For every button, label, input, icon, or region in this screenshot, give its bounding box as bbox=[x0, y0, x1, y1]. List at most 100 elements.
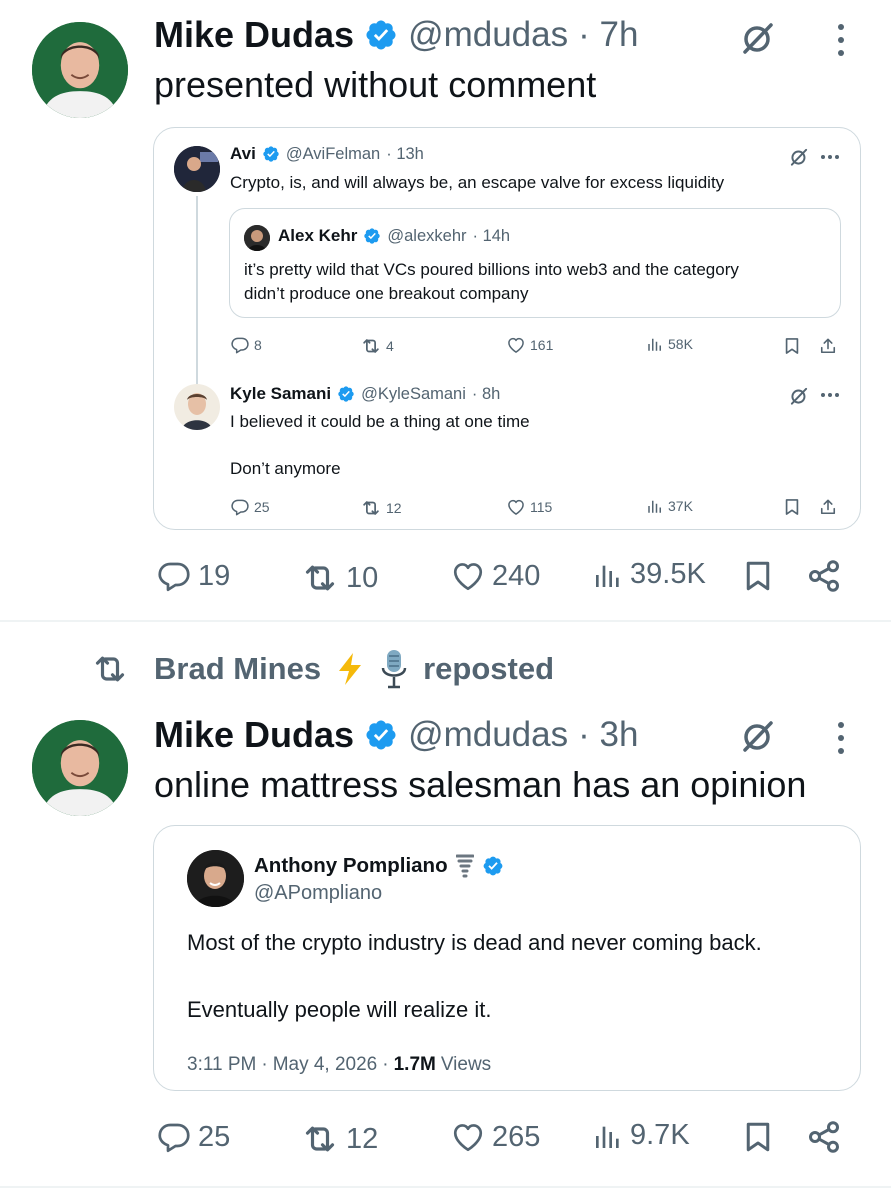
share-icon[interactable] bbox=[806, 1119, 842, 1155]
views-icon bbox=[646, 335, 664, 353]
views-button[interactable]: 58K bbox=[646, 335, 693, 353]
repost-icon bbox=[300, 1119, 340, 1159]
like-count: 115 bbox=[530, 499, 553, 515]
quote-text: Crypto, is, and will always be, an escap… bbox=[230, 173, 725, 192]
author-handle[interactable]: @AviFelman bbox=[286, 145, 380, 164]
verified-badge-icon bbox=[262, 145, 280, 163]
views-count: 1.7M bbox=[393, 1054, 436, 1075]
nested-quote-text-line-2: didn’t produce one breakout company bbox=[244, 284, 529, 303]
avatar[interactable] bbox=[174, 384, 220, 430]
post-meta: 3:11 PM · May 4, 2026 · 1.7M Views bbox=[187, 1054, 492, 1076]
reply-button[interactable]: 19 bbox=[156, 558, 230, 594]
repost-label: reposted bbox=[423, 651, 555, 686]
post-time[interactable]: · 3h bbox=[578, 715, 638, 755]
views-count: 37K bbox=[668, 498, 693, 514]
like-count: 240 bbox=[492, 559, 541, 592]
more-vertical-icon[interactable] bbox=[832, 720, 850, 756]
more-horizontal-icon[interactable] bbox=[820, 391, 840, 399]
reply-header: Kyle Samani @KyleSamani · 8h bbox=[230, 384, 500, 404]
repost-count: 4 bbox=[386, 338, 394, 354]
post-time: · 14h bbox=[472, 226, 511, 245]
avatar[interactable] bbox=[244, 225, 270, 251]
thread-line bbox=[196, 196, 198, 410]
author-name[interactable]: Kyle Samani bbox=[230, 384, 331, 404]
quote-card[interactable]: Avi @AviFelman · 13h Crypto, is, and wil… bbox=[153, 127, 861, 530]
like-button[interactable]: 115 bbox=[506, 497, 552, 517]
reply-text-line-2: Don’t anymore bbox=[230, 459, 341, 478]
author-name[interactable]: Alex Kehr bbox=[278, 226, 357, 246]
reply-button[interactable]: 25 bbox=[156, 1119, 230, 1155]
avatar[interactable] bbox=[187, 850, 244, 907]
bookmark-icon[interactable] bbox=[740, 558, 776, 594]
reply-button[interactable]: 25 bbox=[230, 497, 270, 517]
nested-quote-text-line-1: it’s pretty wild that VCs poured billion… bbox=[244, 260, 739, 279]
microphone-icon bbox=[381, 650, 407, 689]
avatar[interactable] bbox=[174, 146, 220, 192]
post-divider bbox=[0, 620, 891, 622]
reply-icon bbox=[156, 558, 192, 594]
repost-button[interactable]: 4 bbox=[360, 335, 394, 357]
reply-count: 25 bbox=[198, 1120, 231, 1153]
reply-text-line-1: I believed it could be a thing at one ti… bbox=[230, 412, 530, 431]
post-header: Mike Dudas @mdudas · 7h bbox=[154, 14, 638, 56]
like-button[interactable]: 265 bbox=[450, 1119, 540, 1155]
author-name[interactable]: Mike Dudas bbox=[154, 714, 354, 756]
post-time[interactable]: 3:11 PM bbox=[187, 1054, 256, 1076]
grok-icon[interactable] bbox=[738, 18, 778, 58]
share-icon[interactable] bbox=[818, 336, 838, 356]
reposter-name[interactable]: Brad Mines bbox=[154, 651, 321, 687]
repost-button[interactable]: 12 bbox=[300, 1119, 378, 1159]
post-time[interactable]: · 7h bbox=[578, 15, 638, 55]
like-button[interactable]: 161 bbox=[506, 335, 553, 355]
author-name[interactable]: Anthony Pompliano bbox=[254, 854, 448, 878]
views-count: 58K bbox=[668, 336, 693, 352]
author-name[interactable]: Avi bbox=[230, 144, 256, 164]
post-text: presented without comment bbox=[154, 64, 597, 105]
more-vertical-icon[interactable] bbox=[832, 22, 850, 58]
verified-badge-icon bbox=[337, 385, 355, 403]
author-handle[interactable]: @mdudas bbox=[408, 15, 568, 55]
repost-icon bbox=[300, 558, 340, 598]
like-icon bbox=[506, 497, 526, 517]
views-count: 9.7K bbox=[630, 1119, 690, 1151]
nested-quote-card[interactable]: Alex Kehr @alexkehr · 14h it’s pretty wi… bbox=[229, 208, 841, 318]
grok-icon[interactable] bbox=[788, 146, 810, 168]
reply-button[interactable]: 8 bbox=[230, 335, 262, 355]
share-icon[interactable] bbox=[806, 558, 842, 594]
repost-icon bbox=[360, 335, 382, 357]
bookmark-icon[interactable] bbox=[740, 1119, 776, 1155]
post-date[interactable]: May 4, 2026 bbox=[273, 1054, 378, 1076]
author-handle[interactable]: @alexkehr bbox=[387, 227, 466, 246]
avatar[interactable] bbox=[32, 720, 128, 816]
repost-icon bbox=[90, 649, 130, 689]
grok-icon[interactable] bbox=[788, 385, 810, 407]
views-button[interactable]: 9.7K bbox=[592, 1119, 690, 1152]
like-button[interactable]: 240 bbox=[450, 558, 540, 594]
repost-count: 10 bbox=[346, 561, 379, 594]
reply-icon bbox=[230, 497, 250, 517]
quote-text-line-1: Most of the crypto industry is dead and … bbox=[187, 930, 762, 955]
views-icon bbox=[592, 1120, 624, 1152]
quote-text-line-2: Eventually people will realize it. bbox=[187, 997, 492, 1022]
bookmark-icon[interactable] bbox=[782, 336, 802, 356]
views-icon bbox=[592, 559, 624, 591]
views-button[interactable]: 39.5K bbox=[592, 558, 706, 591]
repost-banner[interactable]: Brad Mines reposted bbox=[90, 648, 554, 690]
avatar[interactable] bbox=[32, 22, 128, 118]
verified-badge-icon bbox=[364, 18, 398, 52]
like-count: 161 bbox=[530, 337, 554, 353]
more-horizontal-icon[interactable] bbox=[820, 153, 840, 161]
nested-quote-header: Alex Kehr @alexkehr · 14h bbox=[278, 226, 510, 246]
author-name[interactable]: Mike Dudas bbox=[154, 14, 354, 56]
share-icon[interactable] bbox=[818, 497, 838, 517]
repost-button[interactable]: 10 bbox=[300, 558, 378, 598]
views-button[interactable]: 37K bbox=[646, 497, 693, 515]
author-handle[interactable]: @APompliano bbox=[254, 882, 382, 905]
repost-button[interactable]: 12 bbox=[360, 497, 402, 519]
grok-icon[interactable] bbox=[738, 716, 778, 756]
author-handle[interactable]: @mdudas bbox=[408, 715, 568, 755]
quote-card[interactable]: Anthony Pompliano @APompliano Most of th… bbox=[153, 825, 861, 1091]
bookmark-icon[interactable] bbox=[782, 497, 802, 517]
reply-icon bbox=[230, 335, 250, 355]
author-handle[interactable]: @KyleSamani bbox=[361, 385, 466, 404]
